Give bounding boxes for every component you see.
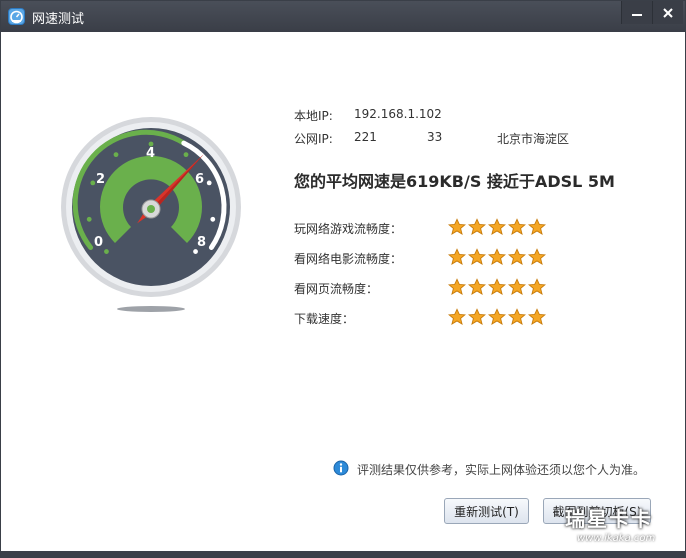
star-icon <box>468 278 486 295</box>
gauge-tick-dot <box>104 249 109 254</box>
ip-location: 北京市海淀区 <box>497 132 570 146</box>
local-ip-value: 192.168.1.102 <box>354 107 442 121</box>
info-icon <box>333 460 349 476</box>
rating-label-webpages: 看网页流畅度： <box>294 282 379 296</box>
local-ip-label: 本地IP: <box>294 109 333 123</box>
star-icon <box>488 278 506 295</box>
app-icon <box>8 8 25 25</box>
star-icon <box>528 278 546 295</box>
star-icon <box>448 308 466 325</box>
average-speed-headline: 您的平均网速是619KB/S 接近于ADSL 5M <box>294 172 615 191</box>
gauge-tick-label-6: 6 <box>195 172 204 187</box>
watermark-url: www.ikaka.com <box>577 533 656 544</box>
star-icon <box>508 248 526 265</box>
star-icon <box>468 218 486 235</box>
rating-stars-movies <box>448 248 548 266</box>
star-icon <box>488 218 506 235</box>
gauge-tick-dot <box>90 180 96 186</box>
star-icon <box>448 278 466 295</box>
watermark-brand: 瑞星卡卡 <box>565 507 653 531</box>
star-icon <box>508 278 526 295</box>
star-icon <box>528 248 546 265</box>
star-icon <box>528 308 546 325</box>
rating-stars-webpages <box>448 278 548 296</box>
star-icon <box>488 308 506 325</box>
gauge-tick-dot <box>206 180 212 186</box>
title-bar[interactable]: 网速测试 <box>1 1 685 32</box>
rating-label-download: 下载速度： <box>294 312 355 326</box>
rating-label-games: 玩网络游戏流畅度： <box>294 222 403 236</box>
retest-button[interactable]: 重新测试(T) <box>444 498 529 524</box>
star-icon <box>488 248 506 265</box>
star-icon <box>468 308 486 325</box>
rating-stars-games <box>448 218 548 236</box>
speed-test-window: 网速测试 0 2 4 6 8 本地IP: 192.168.1.102 公网IP:… <box>0 0 686 558</box>
disclaimer-text: 评测结果仅供参考，实际上网体验还须以您个人为准。 <box>357 463 646 477</box>
gauge-hub-center <box>147 205 155 213</box>
gauge-tick-label-2: 2 <box>96 172 105 187</box>
gauge-tick-dot <box>86 216 92 222</box>
gauge-tick-label-8: 8 <box>197 235 206 250</box>
gauge-tick-dot <box>183 152 189 158</box>
gauge-tick-dot <box>210 216 216 222</box>
star-icon <box>448 248 466 265</box>
minimize-button[interactable] <box>621 1 652 24</box>
public-ip-label: 公网IP: <box>294 132 333 146</box>
gauge-tick-dot <box>113 152 119 158</box>
public-ip-prefix: 221 <box>354 130 377 144</box>
window-title: 网速测试 <box>32 12 85 27</box>
close-icon <box>663 8 673 18</box>
window-bottom-border <box>1 551 685 557</box>
gauge-tick-label-0: 0 <box>94 235 103 250</box>
star-icon <box>468 248 486 265</box>
rating-label-movies: 看网络电影流畅度： <box>294 252 403 266</box>
gauge-tick-label-4: 4 <box>146 146 155 161</box>
star-icon <box>508 308 526 325</box>
star-icon <box>528 218 546 235</box>
close-button[interactable] <box>652 1 683 24</box>
public-ip-suffix: 33 <box>427 130 443 144</box>
gauge-shadow <box>117 306 185 312</box>
minimize-icon <box>632 14 642 16</box>
star-icon <box>448 218 466 235</box>
rating-stars-download <box>448 308 548 326</box>
star-icon <box>508 218 526 235</box>
speed-gauge: 0 2 4 6 8 <box>61 117 241 312</box>
watermark: 瑞星卡卡 www.ikaka.com <box>557 503 685 553</box>
